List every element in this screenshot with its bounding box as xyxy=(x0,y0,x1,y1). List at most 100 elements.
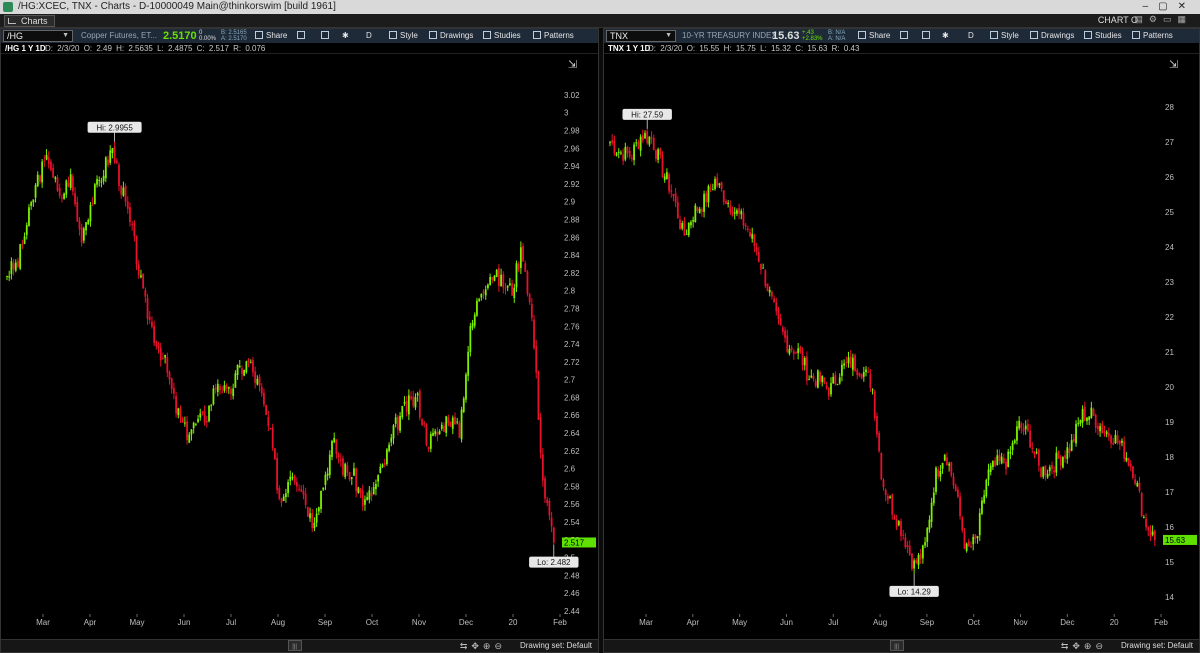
candle-body xyxy=(394,417,397,424)
candle-body xyxy=(889,496,891,498)
x-tick-label: Nov xyxy=(412,618,426,627)
share-button[interactable]: Share xyxy=(858,30,890,42)
candle-body xyxy=(869,374,872,388)
style-label: Style xyxy=(400,31,418,40)
symbol-description: 10-YR TREASURY INDEX xyxy=(682,31,777,40)
share-button[interactable]: Share xyxy=(255,30,287,42)
candle-body xyxy=(766,283,769,292)
candle-body xyxy=(1053,470,1056,473)
candle-body xyxy=(432,432,434,436)
period-selector[interactable]: D xyxy=(366,30,372,42)
drawing-set-label[interactable]: Drawing set: Default xyxy=(1121,640,1193,652)
candle-body xyxy=(1121,440,1123,443)
candle-body xyxy=(216,383,219,392)
chart-layout-label[interactable]: CHART O xyxy=(1098,15,1138,25)
candle-body xyxy=(164,354,167,358)
candle-body xyxy=(714,179,716,190)
candle-body xyxy=(247,358,250,363)
candle-body xyxy=(502,274,505,288)
candle-body xyxy=(469,326,472,353)
last-price-tag-label: 15.63 xyxy=(1165,536,1186,545)
scroll-handle[interactable]: ||| xyxy=(287,640,302,651)
candle-body xyxy=(298,488,300,490)
camera-icon xyxy=(900,31,908,39)
settings-button[interactable]: ✱ xyxy=(942,30,949,42)
layout-icons[interactable]: ▤⚙▭▦ xyxy=(1134,14,1192,25)
candle-body xyxy=(1068,448,1071,453)
style-button[interactable]: Style xyxy=(389,30,418,42)
candle-body xyxy=(1101,423,1104,434)
candle-body xyxy=(80,227,83,243)
zoom-controls[interactable]: ⇆✥⊕⊖ xyxy=(1061,640,1107,652)
candle-body xyxy=(480,293,483,298)
candle-body xyxy=(659,148,662,156)
candle-body xyxy=(263,392,265,405)
period-label: TNX 1 Y 1D xyxy=(608,44,651,53)
studies-button[interactable]: Studies xyxy=(1084,30,1122,42)
collapse-icon[interactable]: ⇲ xyxy=(1169,58,1178,71)
candle-body xyxy=(959,496,961,517)
candle-body xyxy=(950,462,953,476)
y-tick-label: 2.88 xyxy=(564,215,580,224)
bid-ask: B: N/A A: N/A xyxy=(828,30,845,42)
patterns-button[interactable]: Patterns xyxy=(533,30,574,42)
candle-body xyxy=(500,274,502,287)
flask-button[interactable] xyxy=(922,30,933,42)
candle-body xyxy=(484,289,487,296)
settings-button[interactable]: ✱ xyxy=(342,30,349,42)
candle-body xyxy=(655,150,657,159)
drawing-set-label[interactable]: Drawing set: Default xyxy=(520,640,592,652)
candle-body xyxy=(276,458,279,491)
flask-icon xyxy=(483,31,491,39)
candle-body xyxy=(924,542,926,546)
window-controls[interactable]: –▢✕ xyxy=(1143,0,1196,14)
candle-body xyxy=(1066,447,1069,459)
screenshot-button[interactable] xyxy=(900,30,911,42)
pencil-icon xyxy=(429,31,437,39)
drawings-button[interactable]: Drawings xyxy=(429,30,473,42)
price-chart-tnx[interactable]: 28 27 26 25 24 23 22 21 20 19 18 17 16 15 14 Mar Apr May J… xyxy=(604,54,1199,641)
candle-body xyxy=(370,492,373,497)
flask-button[interactable] xyxy=(321,30,332,42)
candle-body xyxy=(683,220,686,236)
candle-body xyxy=(773,298,775,303)
period-selector[interactable]: D xyxy=(968,30,974,42)
price-chart-hg[interactable]: 3.0232.982.962.942.922.92.882.862.842.82… xyxy=(1,54,598,641)
x-tick-label: Mar xyxy=(36,618,50,627)
y-tick-label: 2.86 xyxy=(564,233,580,242)
x-tick-label: Dec xyxy=(459,618,473,627)
candle-body xyxy=(806,356,808,381)
y-tick-label: 2.8 xyxy=(564,287,576,296)
candle-body xyxy=(792,351,795,355)
candle-body xyxy=(637,141,640,149)
collapse-icon[interactable]: ⇲ xyxy=(568,58,577,71)
style-button[interactable]: Style xyxy=(990,30,1019,42)
candle-body xyxy=(919,553,922,560)
x-tick-label: Jul xyxy=(828,618,838,627)
candle-body xyxy=(25,225,28,235)
charts-tab[interactable]: Charts xyxy=(4,15,55,27)
x-tick-label: Jun xyxy=(780,618,793,627)
zoom-controls[interactable]: ⇆✥⊕⊖ xyxy=(460,640,506,652)
candle-body xyxy=(1083,406,1086,421)
drawings-button[interactable]: Drawings xyxy=(1030,30,1074,42)
candle-body xyxy=(203,411,206,424)
candle-body xyxy=(157,344,160,348)
screenshot-button[interactable] xyxy=(297,30,308,42)
candle-body xyxy=(1072,438,1075,442)
candle-body xyxy=(350,477,353,479)
candle-body xyxy=(1013,440,1016,444)
symbol-input[interactable]: TNX ▼ xyxy=(606,30,676,42)
candle-body xyxy=(249,362,252,364)
patterns-button[interactable]: Patterns xyxy=(1132,30,1173,42)
candle-body xyxy=(482,291,485,294)
candle-body xyxy=(917,554,920,565)
symbol-input[interactable]: /HG ▼ xyxy=(3,30,73,42)
studies-button[interactable]: Studies xyxy=(483,30,521,42)
candle-body xyxy=(390,437,393,443)
candle-body xyxy=(1024,425,1027,430)
candle-body xyxy=(45,154,48,160)
scroll-handle[interactable]: ||| xyxy=(889,640,904,651)
candle-body xyxy=(1048,467,1051,472)
chart-info-bar: TNX 1 Y 1D D: 2/3/20 O: 15.55 H: 15.75 L… xyxy=(604,43,1199,54)
